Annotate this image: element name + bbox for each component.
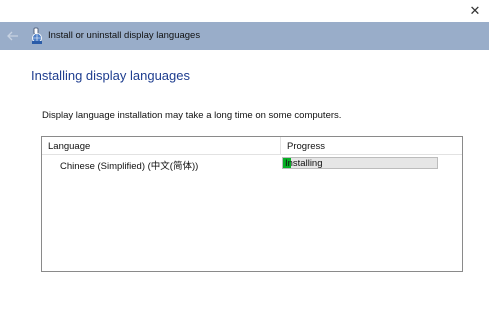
install-description: Display language installation may take a… xyxy=(42,110,342,121)
list-item[interactable]: Chinese (Simplified) (中文(简体)) Installing xyxy=(42,155,462,172)
language-progress-list[interactable]: Language Progress Chinese (Simplified) (… xyxy=(41,136,463,272)
back-arrow-icon xyxy=(7,31,18,41)
column-divider[interactable] xyxy=(280,137,281,154)
list-header: Language Progress xyxy=(42,137,462,155)
install-progress-bar: Installing xyxy=(282,157,438,169)
back-button[interactable] xyxy=(4,27,22,45)
page-title: Installing display languages xyxy=(31,68,190,83)
column-header-progress[interactable]: Progress xyxy=(287,141,325,152)
close-button[interactable]: ✕ xyxy=(461,0,489,22)
language-globe-icon xyxy=(32,27,42,44)
language-name: Chinese (Simplified) (中文(简体)) xyxy=(60,161,199,172)
close-icon: ✕ xyxy=(469,3,481,18)
column-header-language[interactable]: Language xyxy=(48,141,90,152)
title-bar: ✕ xyxy=(0,0,489,22)
install-languages-window: ✕ Install or uninstall display languages… xyxy=(0,0,489,313)
progress-status: Installing xyxy=(285,158,323,169)
window-title: Install or uninstall display languages xyxy=(48,30,201,41)
header-band: Install or uninstall display languages xyxy=(0,22,489,50)
